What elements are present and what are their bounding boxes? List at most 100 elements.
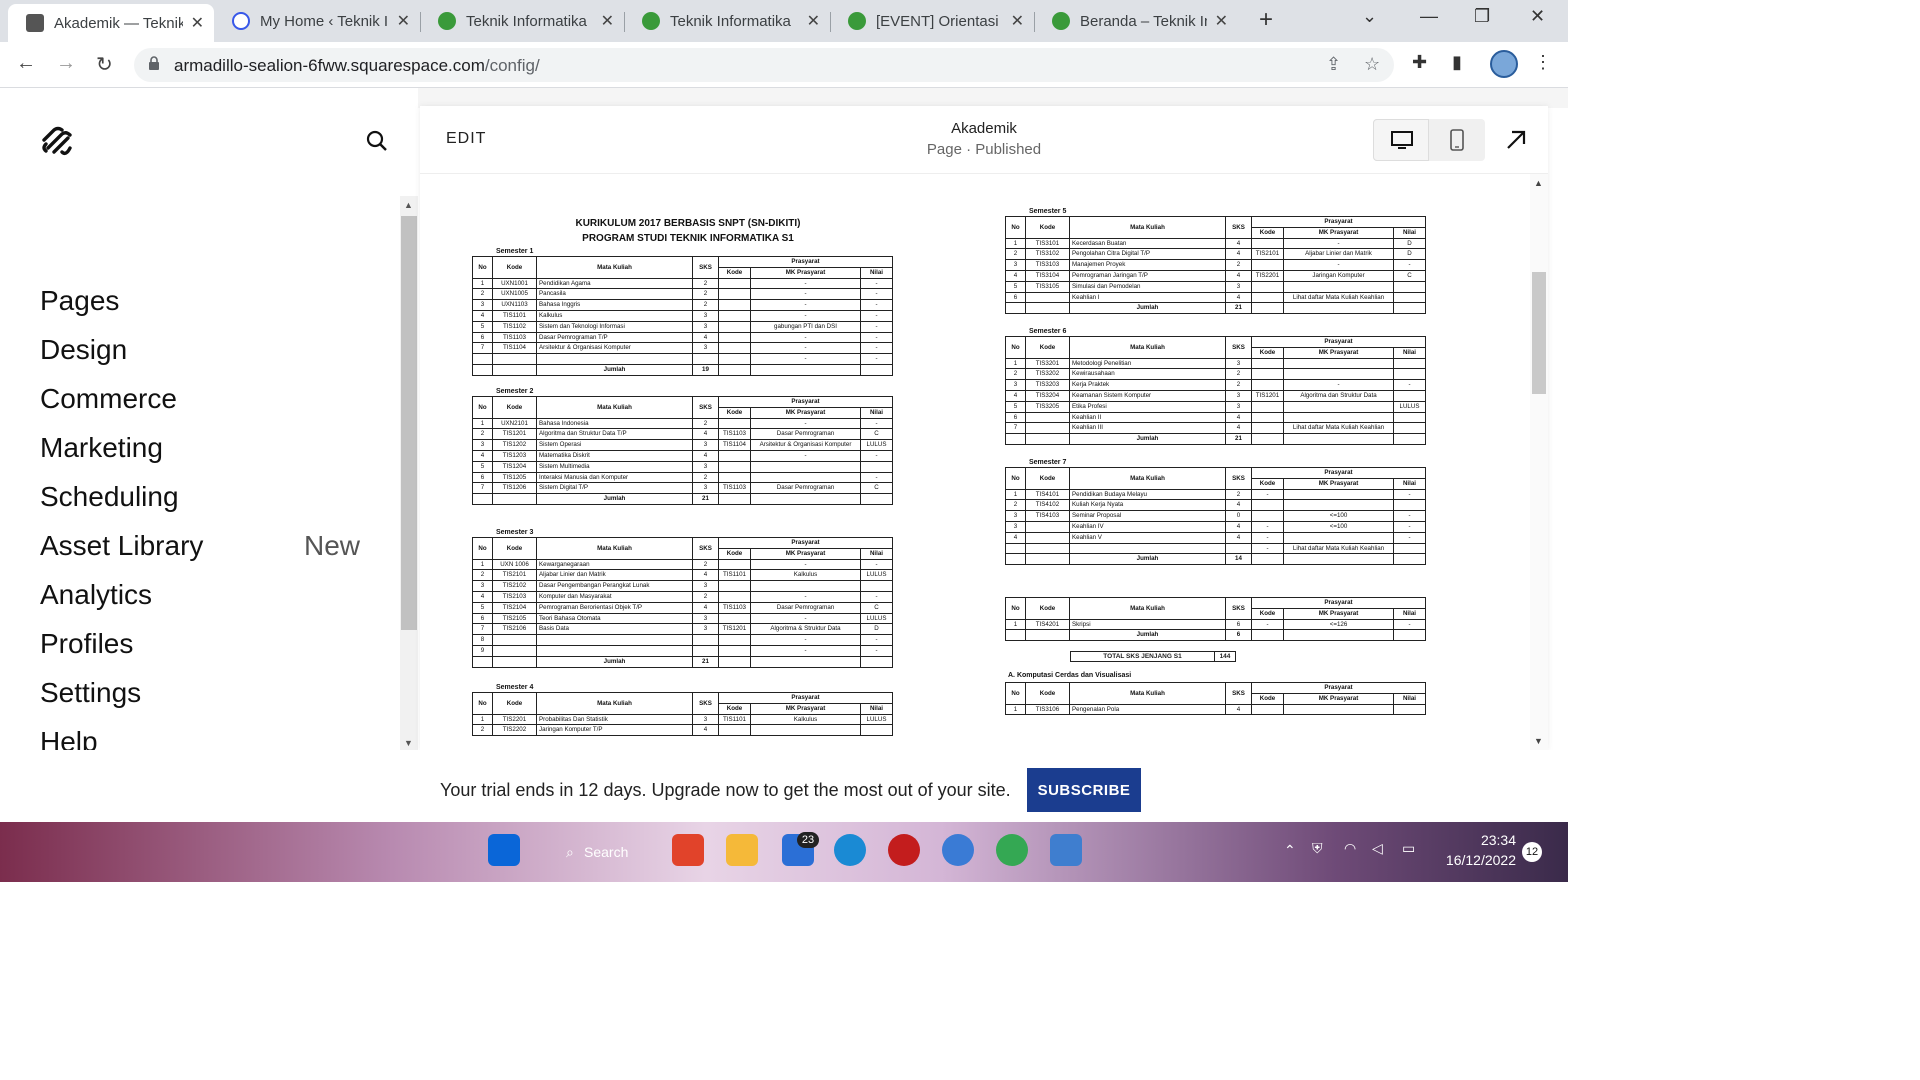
table-row: 7 TIS1104 Arsitektur & Organisasi Komputer… — [472, 342, 893, 355]
close-tab-icon[interactable]: ✕ — [807, 11, 820, 31]
table-row: 4 Keahlian V4-- — [1005, 531, 1426, 544]
close-tab-icon[interactable]: ✕ — [601, 11, 614, 31]
sidebar-item-scheduling[interactable]: Scheduling — [40, 472, 360, 521]
semester-label: Semester 2 — [496, 388, 534, 395]
sidebar-item-pages[interactable]: Pages — [40, 276, 360, 325]
volume-icon[interactable]: ◁ — [1372, 840, 1383, 857]
search-icon[interactable]: ⌕ — [566, 844, 574, 861]
notepad-icon[interactable] — [1050, 834, 1082, 866]
chrome-icon[interactable] — [996, 834, 1028, 866]
sidebar-item-asset-library[interactable]: Asset Library New — [40, 521, 360, 570]
open-external-icon[interactable] — [1504, 128, 1528, 152]
qbittorrent-icon[interactable] — [942, 834, 974, 866]
start-icon[interactable] — [488, 834, 520, 866]
table-row: 2 TIS1201 Algoritma dan Struktur Data T/P 4… — [472, 428, 893, 441]
curriculum-table: No Kode Mata Kuliah SKS Prasyarat Kode MK Pras… — [1005, 216, 1426, 315]
close-window-icon[interactable]: ✕ — [1530, 6, 1545, 27]
back-icon[interactable]: ← — [16, 52, 36, 75]
address-bar[interactable]: armadillo-sealion-6fww.squarespace.com/c… — [134, 48, 1394, 82]
more-icon[interactable]: ⋮ — [1534, 52, 1552, 73]
table-row: 3 TIS4103 Seminar Proposal 0 <=100- — [1005, 510, 1426, 522]
total-row: Jumlah 21 — [1005, 302, 1426, 315]
forward-icon[interactable]: → — [56, 52, 76, 75]
table-row: 3 Keahlian IV 4- <=100- — [1005, 520, 1426, 533]
close-tab-icon[interactable]: ✕ — [1215, 11, 1228, 31]
trial-message: Your trial ends in 12 days. Upgrade now … — [440, 780, 1011, 800]
table-row: 3 TIS2102 Dasar Pengembangan Perangkat Lun… — [472, 580, 893, 592]
preview-scrollbar[interactable]: ▲ ▼ — [1530, 174, 1548, 750]
table-row: 2 TIS4102 Kuliah Kerja Nyata 4 — [1005, 499, 1426, 512]
curriculum-table: No Kode Mata Kuliah SKS Prasyarat Kode MK Pras… — [1005, 336, 1426, 445]
editor-panel: EDIT Akademik Page · Published KURIKULUM… — [420, 106, 1548, 750]
battery-icon[interactable]: ▭ — [1402, 840, 1415, 857]
total-row: Jumlah 19 — [472, 363, 893, 376]
mail-badge: 23 — [797, 832, 819, 848]
curriculum-table: No Kode Mata Kuliah SKS Prasyarat Kode MK Pras… — [1005, 597, 1426, 642]
edge-icon[interactable] — [834, 834, 866, 866]
folder-icon[interactable] — [726, 834, 758, 866]
reload-icon[interactable]: ↻ — [96, 52, 113, 77]
table-row: 4 TIS3104 Pemrograman Jaringan T/P 4 TIS2201… — [1005, 269, 1426, 282]
curriculum-table: No Kode Mata Kuliah SKS Prasyarat Kode MK Pras… — [472, 396, 893, 505]
avatar[interactable] — [1490, 50, 1518, 78]
notification-badge[interactable]: 12 — [1522, 842, 1542, 862]
sidebar-item-profiles[interactable]: Profiles — [40, 619, 360, 668]
browser-tab[interactable]: Akademik — Teknik I ✕ — [8, 4, 214, 42]
table-row: 7 TIS2106 Basis Data 3 TIS1201 Algoritma & St… — [472, 623, 893, 636]
table-row: 1 TIS3106 Pengenalan Pola 4 — [1005, 703, 1426, 716]
mobile-view-button[interactable] — [1450, 129, 1464, 151]
sidebar-item-analytics[interactable]: Analytics — [40, 570, 360, 619]
browser-tab[interactable]: My Home ‹ Teknik I ✕ — [214, 4, 420, 38]
browser-tab[interactable]: Beranda – Teknik In ✕ — [1034, 4, 1238, 38]
university-logo-icon — [642, 12, 660, 30]
curriculum-table: No Kode Mata Kuliah SKS Prasyarat Kode MK Pras… — [472, 692, 893, 737]
sidebar-item-design[interactable]: Design — [40, 325, 360, 374]
squarespace-logo-icon[interactable] — [40, 126, 76, 156]
search-icon[interactable] — [366, 130, 388, 152]
sidebar: Pages Design Commerce Marketing Scheduli… — [0, 88, 400, 822]
wordpress-icon — [232, 12, 250, 30]
table-row: 6 Keahlian II 4 — [1005, 411, 1426, 424]
side-panel-icon[interactable]: ▮ — [1452, 52, 1462, 73]
star-icon[interactable]: ☆ — [1364, 54, 1380, 75]
store-icon[interactable] — [672, 834, 704, 866]
browser-tab[interactable]: Teknik Informatika ✕ — [420, 4, 624, 38]
chevron-down-icon[interactable]: ⌄ — [1362, 6, 1377, 27]
shield-icon[interactable]: ⛨ — [1312, 840, 1323, 857]
taskbar-search[interactable]: Search — [584, 844, 628, 860]
table-row: 1 UXN 1006 Kewarganegaraan 2- - — [472, 558, 893, 571]
browser-tab[interactable]: [EVENT] Orientasi P ✕ — [830, 4, 1034, 38]
desktop-view-button[interactable] — [1373, 119, 1429, 161]
table-row: 6 TIS1205 Interaksi Manusia dan Komputer 2- — [472, 471, 893, 484]
minimize-icon[interactable]: — — [1420, 6, 1438, 27]
restore-icon[interactable]: ❐ — [1474, 6, 1490, 27]
sidebar-item-settings[interactable]: Settings — [40, 668, 360, 717]
sidebar-item-commerce[interactable]: Commerce — [40, 374, 360, 423]
app-icon[interactable] — [888, 834, 920, 866]
close-tab-icon[interactable]: ✕ — [1011, 11, 1024, 31]
browser-tab[interactable]: Teknik Informatika ✕ — [624, 4, 830, 38]
chevron-up-icon[interactable]: ⌃ — [1284, 842, 1296, 859]
table-row: 3 TIS1202 Sistem Operasi 3 TIS1104 Arsitektur… — [472, 439, 893, 451]
table-row: 8-- — [472, 634, 893, 646]
clock-time[interactable]: 23:34 — [1444, 832, 1516, 848]
close-tab-icon[interactable]: ✕ — [191, 13, 204, 33]
table-row: 5 TIS3105 Simulasi dan Pemodelan 3 — [1005, 280, 1426, 293]
share-icon[interactable]: ⇪ — [1326, 54, 1341, 75]
new-tab-button[interactable]: + — [1254, 6, 1278, 34]
table-row: 1 UXN1001 Pendidikan Agama 2- - — [472, 277, 893, 290]
doc-title-line1: KURIKULUM 2017 BERBASIS SNPT (SN-DIKITI) — [575, 218, 801, 229]
taskbar: ⌕ Search 23 ⌃ ⛨ ◠ ◁ ▭ 23:34 16/12/2022 1… — [0, 822, 1568, 882]
table-row: 5 TIS1204 Sistem Multimedia 3 — [472, 460, 893, 473]
table-row: 1 TIS3201 Metodologi Penelitian 3 — [1005, 357, 1426, 370]
close-tab-icon[interactable]: ✕ — [397, 11, 410, 31]
semester-label: Semester 6 — [1029, 328, 1067, 335]
wifi-icon[interactable]: ◠ — [1344, 840, 1356, 857]
clock-date[interactable]: 16/12/2022 — [1440, 852, 1516, 868]
subscribe-button[interactable]: SUBSCRIBE — [1027, 768, 1141, 812]
sidebar-item-marketing[interactable]: Marketing — [40, 423, 360, 472]
table-row: 4 TIS1101 Kalkulus 3- - — [472, 309, 893, 322]
semester-label: Semester 3 — [496, 529, 534, 536]
sidebar-scrollbar[interactable]: ▲ ▼ — [400, 196, 418, 750]
extensions-icon[interactable]: ✚ — [1412, 52, 1427, 73]
